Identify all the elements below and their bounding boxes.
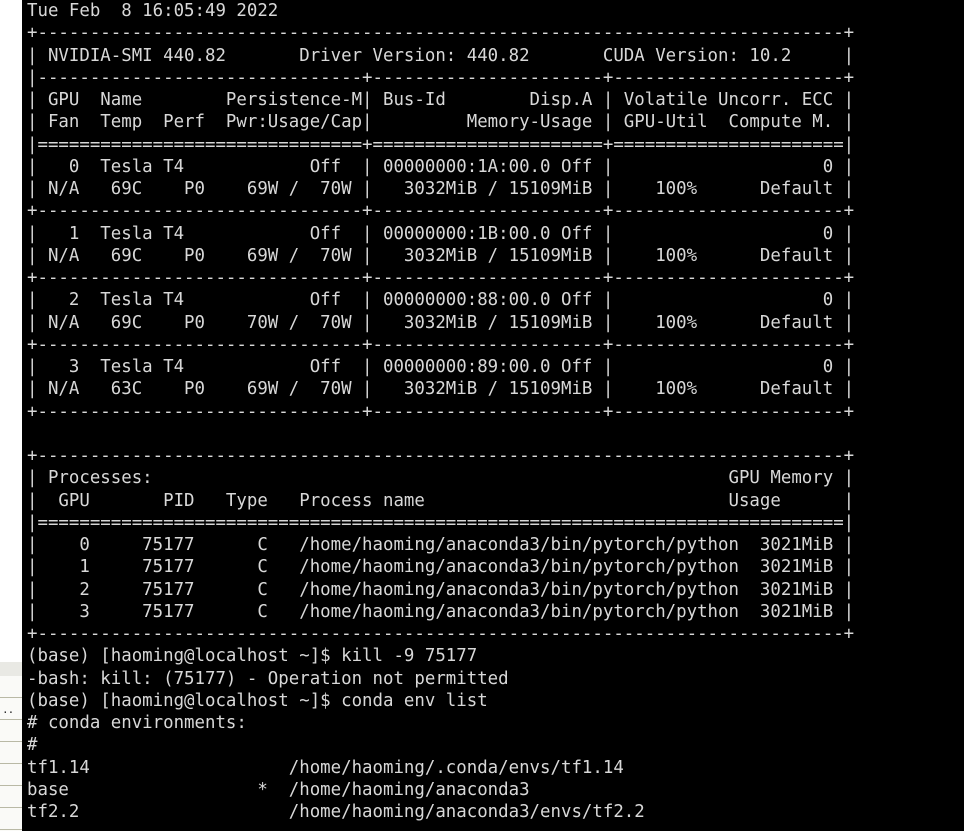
terminal-line: | GPU Name Persistence-M| Bus-Id Disp.A … (27, 90, 855, 110)
terminal-line: +---------------------------------------… (27, 446, 855, 466)
background-sheet-rows (0, 676, 22, 831)
background-sheet-row (0, 720, 22, 742)
terminal-line: | 1 75177 C /home/haoming/anaconda3/bin/… (27, 557, 855, 578)
terminal-line: | N/A 69C P0 69W / 70W | 3032MiB / 15109… (27, 179, 855, 199)
terminal-line: # conda environments: (27, 713, 247, 733)
terminal-line: +-------------------------------+-------… (27, 334, 855, 355)
terminal-line: base * /home/haoming/anaconda3 (27, 779, 530, 800)
terminal-line: tf2.2 /home/haoming/anaconda3/envs/tf2.2 (27, 802, 645, 822)
terminal-line: # (27, 735, 38, 756)
terminal-line: | Processes: GPU Memory | (27, 468, 855, 489)
background-sheet-header (0, 662, 22, 677)
terminal-line: | N/A 63C P0 69W / 70W | 3032MiB / 15109… (27, 379, 855, 400)
terminal-line: | N/A 69C P0 70W / 70W | 3032MiB / 15109… (27, 312, 855, 333)
background-window[interactable]: .. (0, 0, 22, 831)
terminal-line: (base) [haoming@localhost ~]$ conda env … (27, 690, 488, 711)
terminal-line: | 0 Tesla T4 Off | 00000000:1A:00.0 Off … (27, 156, 855, 177)
background-window-canvas (0, 0, 22, 662)
terminal-line: tf1.14 /home/haoming/.conda/envs/tf1.14 (27, 757, 624, 778)
terminal-line: (base) [haoming@localhost ~]$ kill -9 75… (27, 646, 478, 667)
screen: .. Tue Feb 8 16:05:49 2022 +-------------… (0, 0, 964, 831)
terminal-line: +-------------------------------+-------… (27, 268, 855, 288)
terminal-line: +---------------------------------------… (27, 624, 855, 644)
terminal-line: | N/A 69C P0 69W / 70W | 3032MiB / 15109… (27, 245, 855, 266)
terminal-line: +-------------------------------+-------… (27, 401, 855, 422)
terminal-line: |=======================================… (27, 512, 855, 533)
terminal-line: Tue Feb 8 16:05:49 2022 (27, 1, 279, 21)
terminal-line: | 3 Tesla T4 Off | 00000000:89:00.0 Off … (27, 357, 855, 377)
terminal-line: | 1 Tesla T4 Off | 00000000:1B:00.0 Off … (27, 223, 855, 244)
background-sheet-row (0, 676, 22, 698)
terminal-line: | Fan Temp Perf Pwr:Usage/Cap| Memory-Us… (27, 112, 855, 133)
background-sheet-row (0, 808, 22, 830)
background-sheet-row (0, 742, 22, 764)
terminal-line: | 2 Tesla T4 Off | 00000000:88:00.0 Off … (27, 290, 855, 311)
terminal-line: |===============================+=======… (27, 134, 855, 155)
terminal-line: | 0 75177 C /home/haoming/anaconda3/bin/… (27, 535, 855, 555)
terminal-line: | 2 75177 C /home/haoming/anaconda3/bin/… (27, 579, 855, 600)
terminal-line: -bash: kill: (75177) - Operation not per… (27, 668, 509, 689)
background-sheet-row (0, 786, 22, 808)
terminal-line: |-------------------------------+-------… (27, 67, 855, 88)
background-sheet-cell-text: .. (2, 703, 14, 716)
terminal-window[interactable]: Tue Feb 8 16:05:49 2022 +----------------… (22, 0, 964, 831)
terminal-line: | GPU PID Type Process name Usage | (27, 490, 855, 511)
terminal-line: | 3 75177 C /home/haoming/anaconda3/bin/… (27, 601, 855, 622)
background-sheet-row (0, 764, 22, 786)
terminal-line: +---------------------------------------… (27, 23, 855, 44)
terminal-line: | NVIDIA-SMI 440.82 Driver Version: 440.… (27, 45, 855, 66)
terminal-line: +-------------------------------+-------… (27, 201, 855, 222)
